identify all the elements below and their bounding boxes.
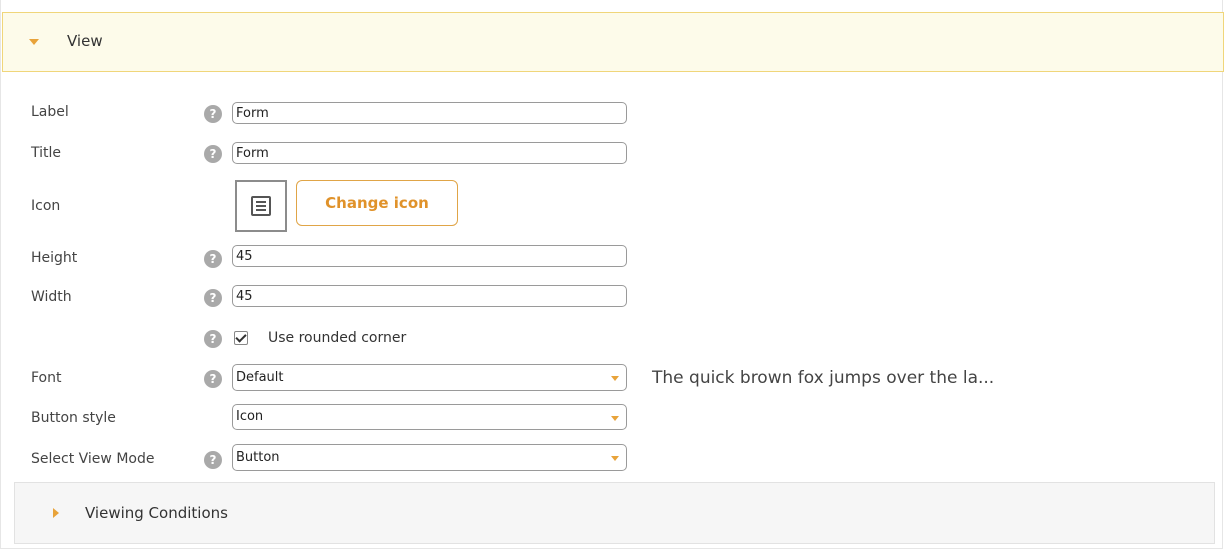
help-icon[interactable]: ? — [204, 451, 222, 469]
button-style-select[interactable]: Icon — [232, 404, 627, 430]
icon-field-label: Icon — [31, 198, 61, 214]
help-icon[interactable]: ? — [204, 370, 222, 388]
width-field-label: Width — [31, 289, 72, 305]
height-field-label: Height — [31, 250, 78, 266]
viewing-conditions-header[interactable]: Viewing Conditions — [14, 482, 1215, 544]
label-field-label: Label — [31, 104, 69, 120]
font-field-label: Font — [31, 370, 62, 386]
dropdown-arrow-icon — [611, 416, 619, 421]
help-icon[interactable]: ? — [204, 289, 222, 307]
caret-down-icon — [29, 39, 39, 45]
font-select[interactable]: Default — [232, 364, 627, 391]
width-input[interactable] — [236, 286, 626, 306]
height-input[interactable] — [236, 246, 626, 266]
title-field-label: Title — [31, 145, 62, 161]
document-list-icon — [251, 196, 271, 216]
font-preview-text: The quick brown fox jumps over the la... — [652, 368, 995, 388]
height-input-wrapper — [232, 245, 627, 267]
width-input-wrapper — [232, 285, 627, 307]
title-input-wrapper — [232, 142, 627, 164]
viewing-conditions-title: Viewing Conditions — [85, 504, 228, 522]
view-section-title: View — [67, 32, 103, 50]
help-icon[interactable]: ? — [204, 250, 222, 268]
label-input-wrapper — [232, 102, 627, 124]
dropdown-arrow-icon — [611, 376, 619, 381]
view-mode-select[interactable]: Button — [232, 444, 627, 471]
label-input[interactable] — [236, 103, 626, 123]
view-mode-field-label: Select View Mode — [31, 451, 155, 467]
help-icon[interactable]: ? — [204, 330, 222, 348]
icon-preview[interactable] — [235, 180, 287, 232]
rounded-corner-checkbox[interactable] — [234, 331, 248, 345]
dropdown-arrow-icon — [611, 456, 619, 461]
button-style-field-label: Button style — [31, 410, 116, 426]
caret-right-icon — [53, 508, 59, 518]
help-icon[interactable]: ? — [204, 145, 222, 163]
title-input[interactable] — [236, 143, 626, 163]
help-icon[interactable]: ? — [204, 105, 222, 123]
view-mode-select-value: Button — [236, 450, 280, 465]
view-section-header[interactable]: View — [2, 12, 1224, 72]
rounded-corner-label: Use rounded corner — [268, 330, 407, 346]
button-style-select-value: Icon — [236, 409, 264, 424]
change-icon-button[interactable]: Change icon — [296, 180, 458, 226]
font-select-value: Default — [236, 370, 284, 385]
